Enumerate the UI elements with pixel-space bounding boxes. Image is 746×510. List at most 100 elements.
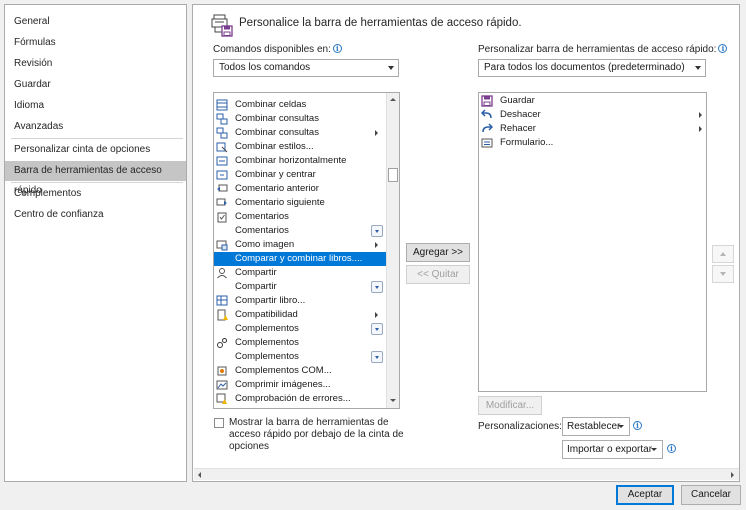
info-icon[interactable]: i (633, 421, 642, 430)
list-item[interactable]: Comentario anterior (214, 182, 386, 196)
sidebar-item-proofing[interactable]: Revisión (5, 54, 186, 74)
scroll-down-icon[interactable] (387, 395, 399, 407)
sidebar-item-quick-access-toolbar[interactable]: Barra de herramientas de acceso rápido (5, 161, 186, 196)
list-item[interactable]: Comentarios (214, 224, 386, 238)
info-icon[interactable]: i (667, 444, 676, 453)
toolbar-scope-value: Para todos los documentos (predeterminad… (484, 62, 685, 73)
submenu-arrow-icon (699, 126, 702, 132)
list-item[interactable]: Deshacer (479, 108, 706, 122)
list-item[interactable]: Complementos COM... (214, 364, 386, 378)
merge-cells-icon (216, 99, 228, 111)
compress-pictures-icon (216, 380, 228, 390)
scroll-thumb[interactable] (388, 168, 398, 182)
list-item[interactable]: Combinar y centrar (214, 168, 386, 182)
modify-button[interactable]: Modificar... (478, 396, 542, 415)
move-down-button[interactable] (712, 265, 734, 283)
list-item-label: Guardar (500, 95, 535, 106)
list-item[interactable]: Combinar celdas (214, 98, 386, 112)
list-item[interactable]: Complementos (214, 322, 386, 336)
remove-button[interactable]: << Quitar (406, 265, 470, 284)
checkbox-label-line: acceso rápido por debajo de la cinta de (229, 429, 404, 440)
list-item[interactable]: Combinar consultas (214, 112, 386, 126)
reset-button-label: Restablecer (567, 421, 621, 432)
dropdown-indicator-icon (371, 225, 383, 237)
next-comment-icon (216, 198, 227, 206)
chevron-down-icon (388, 66, 394, 70)
show-below-ribbon-label: Mostrar la barra de herramientas de acce… (229, 417, 404, 453)
form-icon (481, 138, 493, 148)
list-item-label: Combinar horizontalmente (235, 155, 347, 166)
list-item-label: Compartir (235, 267, 277, 278)
options-main-panel: Personalice la barra de herramientas de … (192, 4, 740, 482)
list-item[interactable]: Complementos (214, 350, 386, 364)
sidebar-item-save[interactable]: Guardar (5, 75, 186, 95)
list-item-label: Comprimir imágenes... (235, 379, 331, 390)
options-sidebar: General Fórmulas Revisión Guardar Idioma… (4, 4, 187, 482)
list-item-label: Complementos (235, 351, 299, 362)
list-item-label: Comentarios (235, 225, 289, 236)
list-item[interactable]: Combinar consultas (214, 126, 386, 140)
list-item[interactable]: Comentario siguiente (214, 196, 386, 210)
info-icon[interactable]: i (718, 44, 728, 53)
customize-toolbar-text: Personalizar barra de herramientas de ac… (478, 44, 717, 55)
addins-icon (217, 338, 227, 348)
list-item[interactable]: Formulario... (479, 136, 706, 150)
show-below-ribbon-checkbox[interactable] (214, 418, 224, 428)
sidebar-item-customize-ribbon[interactable]: Personalizar cinta de opciones (5, 140, 186, 160)
sidebar-item-language[interactable]: Idioma (5, 96, 186, 116)
list-item[interactable]: Compatibilidad (214, 308, 386, 322)
merge-center-icon (216, 170, 228, 180)
list-item-label: Compatibilidad (235, 309, 298, 320)
sidebar-item-addins[interactable]: Complementos (5, 184, 186, 204)
list-item[interactable]: Rehacer (479, 122, 706, 136)
sidebar-item-trust-center[interactable]: Centro de confianza (5, 205, 186, 225)
list-item[interactable]: Combinar estilos... (214, 140, 386, 154)
chevron-down-icon (651, 448, 657, 451)
scroll-right-icon[interactable] (727, 469, 739, 480)
list-item-label: Combinar estilos... (235, 141, 314, 152)
list-item[interactable]: Comentarios (214, 210, 386, 224)
list-item[interactable]: Complementos (214, 336, 386, 350)
ok-button[interactable]: Aceptar (616, 485, 674, 505)
list-item[interactable]: Comprobación de errores... (214, 392, 386, 406)
sidebar-divider (11, 138, 183, 139)
quick-access-toolbar-icon (211, 14, 233, 37)
toolbar-commands-list[interactable]: Guardar Deshacer Rehacer Formulario... (478, 92, 707, 392)
toolbar-scope-select[interactable]: Para todos los documentos (predeterminad… (478, 59, 706, 77)
com-addins-icon (217, 366, 227, 376)
checkbox-label-line: Mostrar la barra de herramientas de (229, 417, 389, 428)
comments-icon (217, 212, 227, 223)
add-button[interactable]: Agregar >> (406, 243, 470, 262)
info-icon[interactable]: i (332, 44, 342, 53)
commands-list-scrollbar[interactable] (386, 93, 399, 408)
redo-icon (482, 123, 493, 133)
list-item[interactable]: Como imagen (214, 238, 386, 252)
list-item[interactable]: Compartir libro... (214, 294, 386, 308)
list-item-selected[interactable]: Comparar y combinar libros.... (214, 252, 386, 266)
list-item-label: Complementos (235, 323, 299, 334)
customize-toolbar-label: Personalizar barra de herramientas de ac… (478, 44, 728, 55)
dropdown-indicator-icon (371, 351, 383, 363)
list-item[interactable]: Guardar (479, 94, 706, 108)
list-item[interactable]: Compartir (214, 280, 386, 294)
sidebar-item-general[interactable]: General (5, 12, 186, 32)
move-up-button[interactable] (712, 245, 734, 263)
sidebar-item-formulas[interactable]: Fórmulas (5, 33, 186, 53)
scroll-left-icon[interactable] (194, 469, 206, 480)
commands-list[interactable]: Combinar celdas Combinar consultas Combi… (213, 92, 400, 409)
list-item-label: Comprobación de errores... (235, 393, 351, 404)
list-item-label: Combinar consultas (235, 113, 319, 124)
list-item-label: Compartir (235, 281, 277, 292)
list-item[interactable]: Comprimir imágenes... (214, 378, 386, 392)
reset-button[interactable]: Restablecer (562, 417, 630, 436)
import-export-button[interactable]: Importar o exportar (562, 440, 663, 459)
list-item[interactable]: Combinar horizontalmente (214, 154, 386, 168)
commands-source-select[interactable]: Todos los comandos (213, 59, 399, 77)
horizontal-scrollbar[interactable] (194, 468, 739, 480)
sidebar-item-advanced[interactable]: Avanzadas (5, 117, 186, 137)
previous-comment-icon (217, 184, 228, 192)
scroll-up-icon[interactable] (387, 94, 399, 106)
cancel-button[interactable]: Cancelar (681, 485, 741, 505)
list-item[interactable]: Compartir (214, 266, 386, 280)
as-picture-icon (216, 240, 228, 251)
